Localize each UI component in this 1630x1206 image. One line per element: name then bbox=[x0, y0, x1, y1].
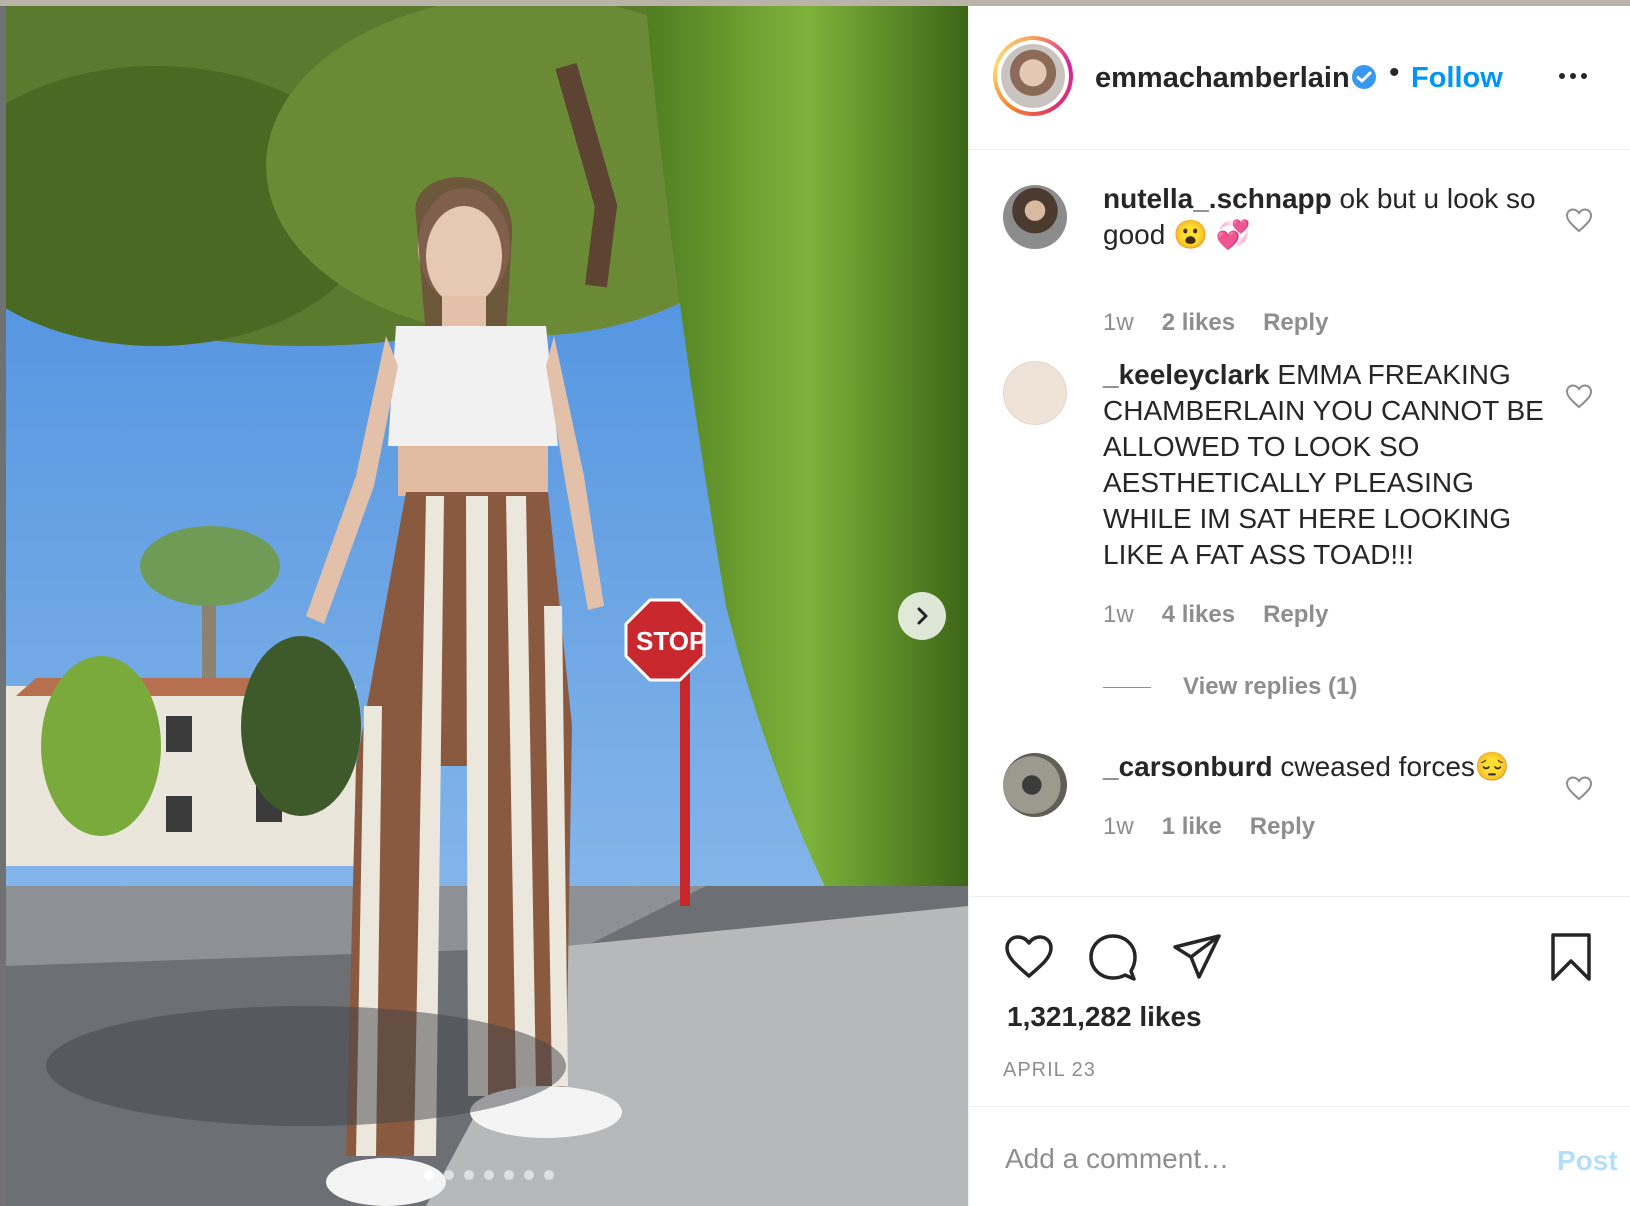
comment-text: cweased forces😔 bbox=[1280, 751, 1510, 782]
author-avatar[interactable] bbox=[993, 36, 1073, 116]
carousel-dot bbox=[424, 1170, 434, 1180]
comment-meta: 1w 1 like Reply bbox=[1103, 813, 1315, 841]
comment-text: EMMA FREAKING CHAMBERLAIN YOU CANNOT BE … bbox=[1103, 359, 1544, 570]
post-side-panel: emmachamberlain • Follow nutella_.schnap… bbox=[968, 6, 1630, 1206]
comment-likes[interactable]: 4 likes bbox=[1162, 601, 1235, 629]
comment-reply-button[interactable]: Reply bbox=[1263, 601, 1328, 629]
carousel-dot bbox=[504, 1170, 514, 1180]
comment-like-heart-icon[interactable] bbox=[1565, 383, 1593, 409]
comment-age: 1w bbox=[1103, 601, 1134, 628]
comment-meta: 1w 2 likes Reply bbox=[1103, 309, 1328, 337]
comment-likes[interactable]: 1 like bbox=[1162, 813, 1222, 841]
heart-icon[interactable] bbox=[1003, 931, 1055, 983]
carousel-indicator bbox=[424, 1170, 554, 1180]
more-options-icon[interactable] bbox=[1559, 66, 1593, 86]
comment-input[interactable] bbox=[1005, 1137, 1505, 1181]
comment-bubble-icon[interactable] bbox=[1087, 931, 1139, 983]
post-header: emmachamberlain • Follow bbox=[969, 6, 1630, 150]
comment-like-heart-icon[interactable] bbox=[1565, 207, 1593, 233]
svg-text:STOP: STOP bbox=[636, 626, 706, 656]
avatar-image bbox=[1001, 44, 1065, 108]
post-date: APRIL 23 bbox=[1003, 1059, 1096, 1081]
view-replies-button[interactable]: View replies (1) bbox=[1103, 673, 1357, 701]
carousel-dot bbox=[544, 1170, 554, 1180]
avatar-inner bbox=[997, 40, 1069, 112]
comment-reply-button[interactable]: Reply bbox=[1250, 813, 1315, 841]
comment-age: 1w bbox=[1103, 813, 1134, 840]
author-username[interactable]: emmachamberlain bbox=[1095, 62, 1350, 95]
comment-username[interactable]: nutella_.schnapp bbox=[1103, 183, 1332, 214]
carousel-dot bbox=[444, 1170, 454, 1180]
comment-reply-button[interactable]: Reply bbox=[1263, 309, 1328, 337]
chevron-right-icon bbox=[917, 607, 928, 625]
post-photo[interactable]: STOP bbox=[6, 6, 968, 1206]
carousel-dot bbox=[524, 1170, 534, 1180]
post-actions: 1,321,282 likes APRIL 23 bbox=[969, 896, 1630, 1106]
carousel-dot bbox=[464, 1170, 474, 1180]
comment-body: _carsonburd cweased forces😔 bbox=[1103, 749, 1563, 785]
comment-age: 1w bbox=[1103, 309, 1134, 336]
comment-meta: 1w 4 likes Reply bbox=[1103, 601, 1328, 629]
follow-button[interactable]: Follow bbox=[1411, 62, 1503, 95]
paper-plane-icon[interactable] bbox=[1171, 931, 1223, 983]
separator-bullet: • bbox=[1389, 56, 1400, 89]
comment-avatar[interactable] bbox=[1003, 361, 1067, 425]
verified-badge-icon bbox=[1352, 65, 1376, 89]
carousel-next-button[interactable] bbox=[898, 592, 946, 640]
comment-body: nutella_.schnapp ok but u look so good 😮… bbox=[1103, 181, 1563, 253]
comment-avatar[interactable] bbox=[1003, 753, 1067, 817]
comment-body: _keeleyclark EMMA FREAKING CHAMBERLAIN Y… bbox=[1103, 357, 1563, 573]
comment-like-heart-icon[interactable] bbox=[1565, 775, 1593, 801]
comment-composer: Post bbox=[969, 1106, 1630, 1206]
comment-avatar[interactable] bbox=[1003, 185, 1067, 249]
likes-count[interactable]: 1,321,282 likes bbox=[1007, 1001, 1202, 1033]
comment-username[interactable]: _keeleyclark bbox=[1103, 359, 1270, 390]
more-dot bbox=[1570, 73, 1576, 79]
comment-likes[interactable]: 2 likes bbox=[1162, 309, 1235, 337]
replies-divider-line bbox=[1103, 686, 1151, 688]
more-dot bbox=[1581, 73, 1587, 79]
carousel-dot bbox=[484, 1170, 494, 1180]
photo-illustration: STOP bbox=[6, 6, 968, 1206]
post-comment-button[interactable]: Post bbox=[1557, 1145, 1618, 1177]
instagram-post-modal: STOP emmachamberlain • Follow nutella_.s… bbox=[0, 0, 1630, 1206]
more-dot bbox=[1559, 73, 1565, 79]
comment-username[interactable]: _carsonburd bbox=[1103, 751, 1273, 782]
view-replies-label: View replies (1) bbox=[1183, 673, 1358, 700]
bookmark-icon[interactable] bbox=[1545, 931, 1597, 983]
comments-list[interactable]: nutella_.schnapp ok but u look so good 😮… bbox=[969, 151, 1630, 896]
